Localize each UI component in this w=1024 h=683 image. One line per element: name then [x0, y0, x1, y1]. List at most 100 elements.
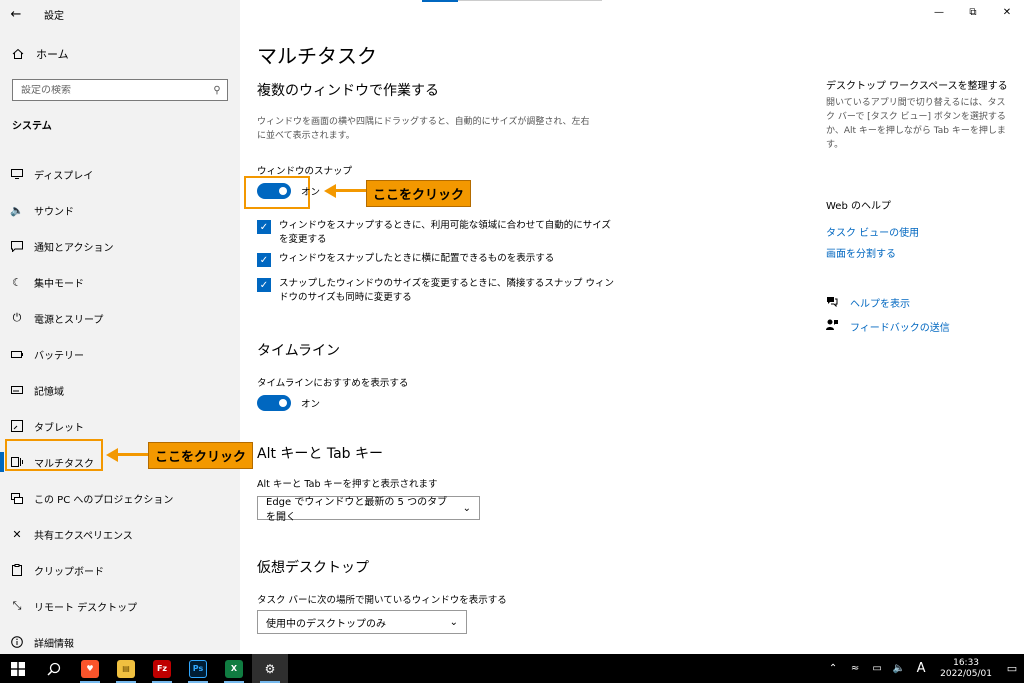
search-icon[interactable]: ⚲: [207, 85, 227, 96]
restore-icon[interactable]: ⧉: [956, 0, 990, 24]
snap-option-2[interactable]: ✓ ウィンドウをスナップしたときに横に配置できるものを表示する: [257, 252, 617, 267]
snap-toggle-label: ウィンドウのスナップ: [257, 166, 353, 177]
help-chat-icon: [826, 296, 844, 310]
start-windows-icon[interactable]: [0, 654, 36, 683]
wifi-icon[interactable]: ≈: [844, 663, 866, 674]
search-box[interactable]: ⚲: [12, 79, 228, 101]
volume-icon[interactable]: 🔈: [888, 663, 910, 674]
notification-center-icon[interactable]: ▭: [1000, 662, 1024, 675]
link-split-screen[interactable]: 画面を分割する: [826, 245, 896, 260]
snap-option-3[interactable]: ✓ スナップしたウィンドウのサイズを変更するときに、隣接するスナップ ウィンドウ…: [257, 277, 617, 305]
remote-icon: ⤡: [12, 599, 22, 612]
sidebar-item-sound[interactable]: 🔈 サウンド: [0, 192, 240, 228]
snap-toggle-row[interactable]: オン: [257, 183, 320, 199]
sidebar-item-label: 記憶域: [34, 386, 64, 398]
feedback-icon: [826, 319, 844, 334]
nav-home[interactable]: ホーム: [0, 42, 240, 66]
get-help-link[interactable]: ヘルプを表示: [826, 295, 910, 310]
nav-list: ディスプレイ 🔈 サウンド 通知とアクション ☾ 集中モード ⏻ 電源とスリープ…: [0, 156, 240, 660]
snap-description: ウィンドウを画面の横や四隅にドラッグすると、自動的にサイズが調整され、左右に並べ…: [257, 117, 590, 141]
sidebar-item-focus[interactable]: ☾ 集中モード: [0, 264, 240, 300]
share-icon: ✕: [12, 527, 22, 541]
excel-icon[interactable]: X: [216, 654, 252, 683]
tablet-icon: [0, 420, 34, 432]
sidebar: ← 設定 ホーム ⚲ システム ディスプレイ 🔈 サウンド 通知とアクション ☾…: [0, 0, 240, 654]
brave-browser-icon[interactable]: ♥: [72, 654, 108, 683]
title-bar: ← 設定: [0, 0, 240, 28]
snap-option-1[interactable]: ✓ ウィンドウをスナップするときに、利用可能な領域に合わせて自動的にサイズを変更…: [257, 219, 617, 247]
sidebar-item-clipboard[interactable]: クリップボード: [0, 552, 240, 588]
filezilla-icon[interactable]: Fz: [144, 654, 180, 683]
sidebar-item-label: クリップボード: [34, 566, 104, 578]
workspace-text: 開いているアプリ間で切り替えるには、タスク バーで [タスク ビュー] ボタンを…: [826, 98, 1006, 150]
virtual-desktop-heading: 仮想デスクトップ: [257, 560, 369, 576]
virtual-desktop-dropdown[interactable]: 使用中のデスクトップのみ ⌄: [257, 610, 467, 634]
monitor-icon: [0, 169, 34, 179]
sidebar-item-label: 共有エクスペリエンス: [34, 530, 133, 542]
close-icon[interactable]: ✕: [990, 0, 1024, 24]
snap-toggle-state: オン: [301, 187, 321, 198]
power-icon: ⏻: [12, 311, 22, 324]
snap-heading: 複数のウィンドウで作業する: [257, 83, 439, 99]
page-title: マルチタスク: [257, 44, 377, 68]
back-arrow-icon[interactable]: ←: [0, 0, 32, 28]
top-indicator: [422, 0, 602, 2]
chevron-up-icon[interactable]: ⌃: [822, 663, 844, 674]
alttab-selected: Edge でウィンドウと最新の 5 つのタブを開く: [266, 497, 448, 523]
search-icon[interactable]: [36, 654, 72, 683]
sidebar-item-shared[interactable]: ✕ 共有エクスペリエンス: [0, 516, 240, 552]
snap-toggle[interactable]: [257, 183, 291, 199]
minimize-icon[interactable]: —: [922, 0, 956, 24]
feedback-label: フィードバックの送信: [850, 323, 950, 334]
timeline-toggle-row[interactable]: オン: [257, 395, 320, 411]
arrow-line: [116, 453, 150, 456]
settings-gear-icon[interactable]: ⚙: [252, 654, 288, 683]
moon-icon: ☾: [12, 275, 22, 289]
battery-icon[interactable]: ▭: [866, 663, 888, 674]
snap-option-label: ウィンドウをスナップするときに、利用可能な領域に合わせて自動的にサイズを変更する: [279, 220, 611, 245]
sidebar-item-label: この PC へのプロジェクション: [34, 494, 174, 506]
feedback-link[interactable]: フィードバックの送信: [826, 319, 950, 334]
timeline-toggle[interactable]: [257, 395, 291, 411]
sidebar-item-battery[interactable]: バッテリー: [0, 336, 240, 372]
sidebar-item-label: タブレット: [34, 422, 84, 434]
window-controls: — ⧉ ✕: [922, 0, 1024, 24]
alttab-dropdown[interactable]: Edge でウィンドウと最新の 5 つのタブを開く ⌄: [257, 496, 480, 523]
photoshop-icon[interactable]: Ps: [180, 654, 216, 683]
home-icon: [0, 48, 36, 60]
main-content: — ⧉ ✕ マルチタスク 複数のウィンドウで作業する ウィンドウを画面の横や四隅…: [240, 0, 1024, 654]
ime-indicator[interactable]: A: [910, 661, 932, 676]
sidebar-item-display[interactable]: ディスプレイ: [0, 156, 240, 192]
notification-icon: [0, 240, 34, 252]
sidebar-item-label: バッテリー: [34, 350, 84, 362]
chevron-down-icon: ⌄: [449, 616, 458, 628]
checkmark-icon[interactable]: ✓: [257, 278, 271, 292]
checkmark-icon[interactable]: ✓: [257, 253, 271, 267]
alttab-label: Alt キーと Tab キーを押すと表示されます: [257, 479, 438, 490]
sidebar-item-label: 詳細情報: [34, 638, 74, 650]
snap-option-label: スナップしたウィンドウのサイズを変更するときに、隣接するスナップ ウィンドウのサ…: [279, 278, 614, 303]
sidebar-item-storage[interactable]: 記憶域: [0, 372, 240, 408]
app-title: 設定: [44, 10, 64, 22]
sidebar-item-label: リモート デスクトップ: [34, 602, 138, 614]
battery-icon: [0, 350, 34, 358]
file-explorer-icon[interactable]: ▤: [108, 654, 144, 683]
link-task-view[interactable]: タスク ビューの使用: [826, 224, 919, 239]
get-help-label: ヘルプを表示: [850, 299, 910, 310]
clock[interactable]: 16:33 2022/05/01: [940, 658, 992, 680]
timeline-heading: タイムライン: [257, 343, 341, 359]
sidebar-item-notifications[interactable]: 通知とアクション: [0, 228, 240, 264]
snap-option-label: ウィンドウをスナップしたときに横に配置できるものを表示する: [279, 253, 555, 264]
timeline-toggle-label: タイムラインにおすすめを表示する: [257, 378, 409, 389]
search-input[interactable]: [21, 84, 207, 96]
sidebar-item-projection[interactable]: この PC へのプロジェクション: [0, 480, 240, 516]
storage-icon: [0, 386, 34, 394]
web-help-heading: Web のヘルプ: [826, 201, 891, 212]
sidebar-item-power[interactable]: ⏻ 電源とスリープ: [0, 300, 240, 336]
sidebar-item-remote[interactable]: ⤡ リモート デスクトップ: [0, 588, 240, 624]
chevron-down-icon: ⌄: [462, 502, 471, 514]
timeline-toggle-state: オン: [301, 399, 321, 410]
sidebar-item-label: 通知とアクション: [34, 242, 114, 254]
arrow-line: [334, 189, 368, 192]
checkmark-icon[interactable]: ✓: [257, 220, 271, 234]
